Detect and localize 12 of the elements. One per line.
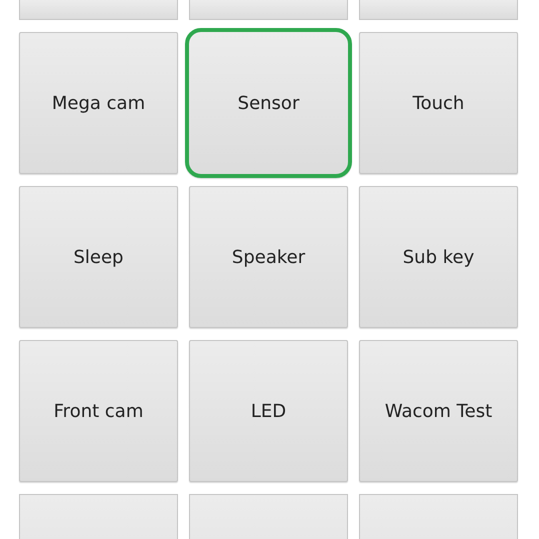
test-button[interactable]: Sleep bbox=[19, 186, 178, 328]
test-button[interactable]: Touch bbox=[359, 32, 518, 174]
test-button[interactable]: Sub key bbox=[359, 186, 518, 328]
test-button[interactable]: Sensor bbox=[185, 28, 352, 178]
test-button[interactable]: Wacom Test bbox=[359, 340, 518, 482]
test-button[interactable]: Mega cam bbox=[19, 32, 178, 174]
test-button[interactable]: LED bbox=[189, 340, 348, 482]
button[interactable] bbox=[359, 0, 518, 20]
button[interactable] bbox=[19, 0, 178, 20]
button[interactable] bbox=[189, 0, 348, 20]
test-button[interactable]: Speaker bbox=[189, 186, 348, 328]
test-button[interactable]: Front cam bbox=[19, 340, 178, 482]
